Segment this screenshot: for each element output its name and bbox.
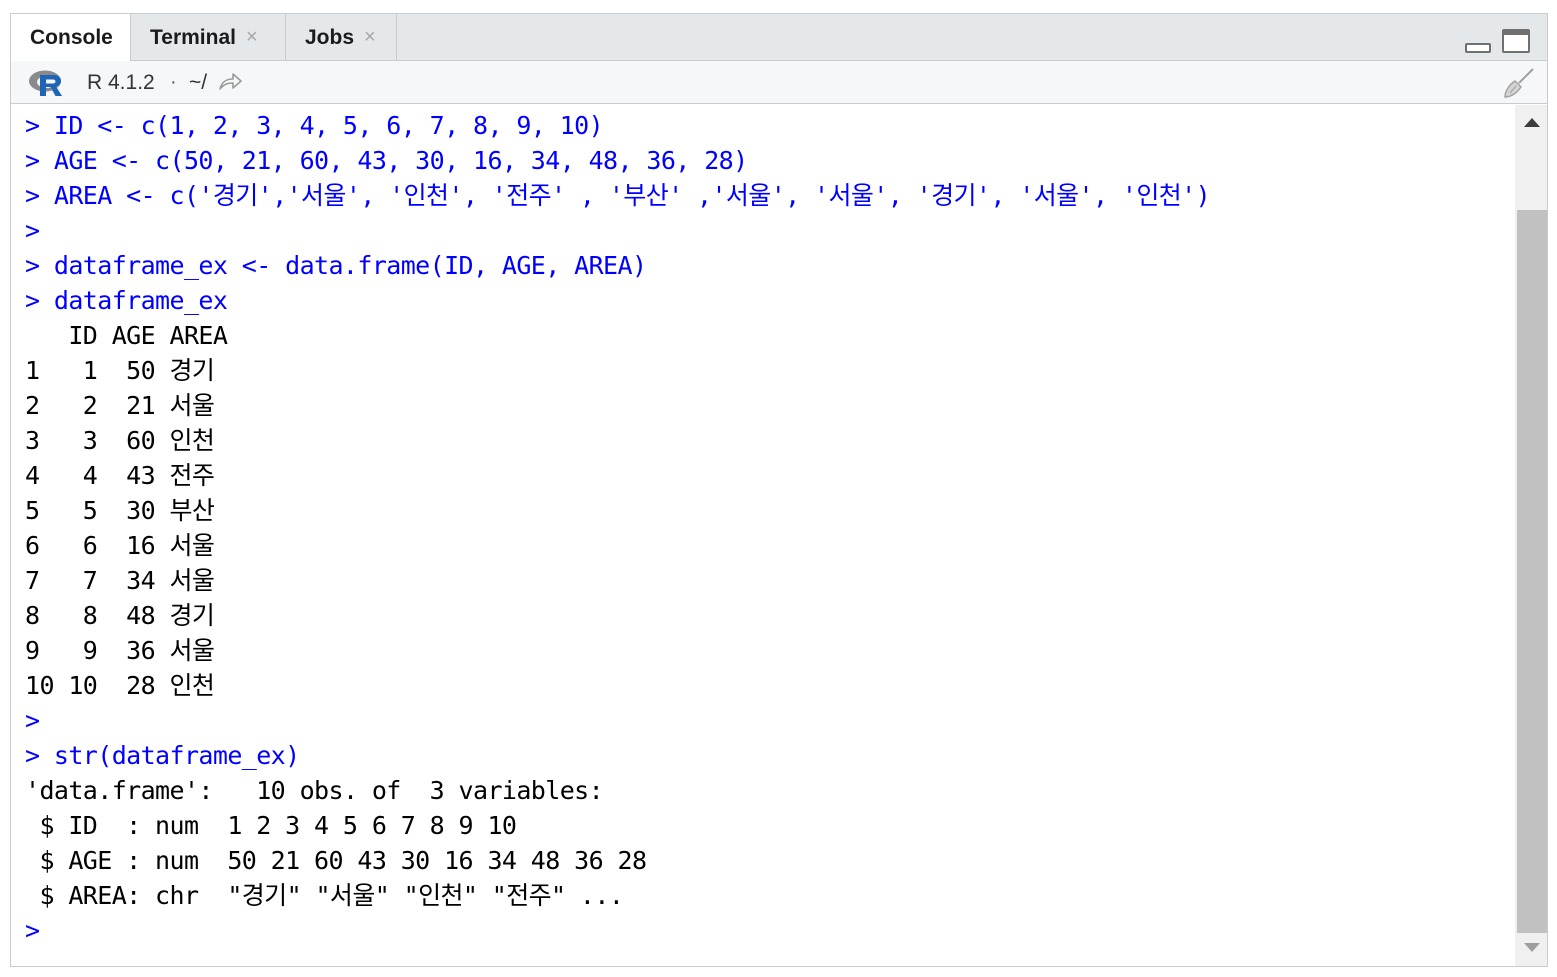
console-command-line: > str(dataframe_ex) bbox=[25, 741, 300, 770]
console-output-line: 10 10 28 인천 bbox=[25, 671, 215, 700]
console-output-line: 4 4 43 전주 bbox=[25, 461, 215, 490]
pane-tab-bar: Console Terminal × Jobs × bbox=[11, 14, 1547, 62]
tab-jobs-label: Jobs bbox=[305, 25, 355, 49]
vertical-scrollbar[interactable] bbox=[1515, 105, 1547, 966]
console-output-line: 6 6 16 서울 bbox=[25, 531, 215, 560]
r-version-label: R 4.1.2 bbox=[87, 71, 155, 94]
console-command-line: > bbox=[25, 916, 40, 945]
toolbar-separator: · bbox=[170, 71, 177, 93]
console-output-line: 7 7 34 서울 bbox=[25, 566, 215, 595]
scroll-up-arrow-icon[interactable] bbox=[1524, 118, 1540, 127]
tab-console-label: Console bbox=[30, 26, 113, 49]
tab-terminal[interactable]: Terminal × bbox=[131, 14, 286, 61]
console-command-line: > AGE <- c(50, 21, 60, 43, 30, 16, 34, 4… bbox=[25, 146, 748, 175]
tab-jobs[interactable]: Jobs × bbox=[286, 14, 397, 61]
working-directory-label: ~/ bbox=[189, 71, 208, 94]
console-toolbar: R 4.1.2 · ~/ bbox=[11, 61, 1547, 104]
console-output-line: $ ID : num 1 2 3 4 5 6 7 8 9 10 bbox=[25, 811, 517, 840]
r-logo-icon bbox=[29, 70, 62, 96]
console-output-line: 5 5 30 부산 bbox=[25, 496, 215, 525]
scroll-down-arrow-icon[interactable] bbox=[1524, 943, 1540, 952]
clear-console-broom-icon[interactable] bbox=[1499, 67, 1537, 99]
maximize-pane-icon[interactable] bbox=[1502, 29, 1530, 53]
console-output-line: 2 2 21 서울 bbox=[25, 391, 215, 420]
console-command-line: > bbox=[25, 216, 40, 245]
console-command-line: > dataframe_ex bbox=[25, 286, 228, 315]
console-pane: Console Terminal × Jobs × R 4.1.2 · ~/ >… bbox=[10, 13, 1548, 967]
tab-terminal-label: Terminal bbox=[150, 25, 236, 49]
console-output-line: $ AGE : num 50 21 60 43 30 16 34 48 36 2… bbox=[25, 846, 647, 875]
console-command-line: > dataframe_ex <- data.frame(ID, AGE, AR… bbox=[25, 251, 647, 280]
console-output-line: 1 1 50 경기 bbox=[25, 356, 215, 385]
console-command-line: > ID <- c(1, 2, 3, 4, 5, 6, 7, 8, 9, 10) bbox=[25, 111, 604, 140]
tab-console[interactable]: Console bbox=[11, 14, 131, 62]
console-output-line: $ AREA: chr "경기" "서울" "인천" "전주" ... bbox=[25, 881, 624, 910]
console-output-line: ID AGE AREA bbox=[25, 321, 228, 350]
console-output-line: 3 3 60 인천 bbox=[25, 426, 215, 455]
console-command-line: > bbox=[25, 706, 40, 735]
close-icon[interactable]: × bbox=[364, 26, 376, 49]
close-icon[interactable]: × bbox=[246, 26, 258, 49]
console-command-line: > AREA <- c('경기','서울', '인천', '전주' , '부산'… bbox=[25, 181, 1211, 210]
console-output-line: 9 9 36 서울 bbox=[25, 636, 215, 665]
console-output[interactable]: > ID <- c(1, 2, 3, 4, 5, 6, 7, 8, 9, 10)… bbox=[11, 105, 1515, 966]
console-output-line: 8 8 48 경기 bbox=[25, 601, 215, 630]
scrollbar-thumb[interactable] bbox=[1517, 210, 1547, 933]
minimize-pane-icon[interactable] bbox=[1465, 43, 1491, 53]
console-output-line: 'data.frame': 10 obs. of 3 variables: bbox=[25, 776, 604, 805]
goto-directory-icon[interactable] bbox=[217, 71, 243, 93]
